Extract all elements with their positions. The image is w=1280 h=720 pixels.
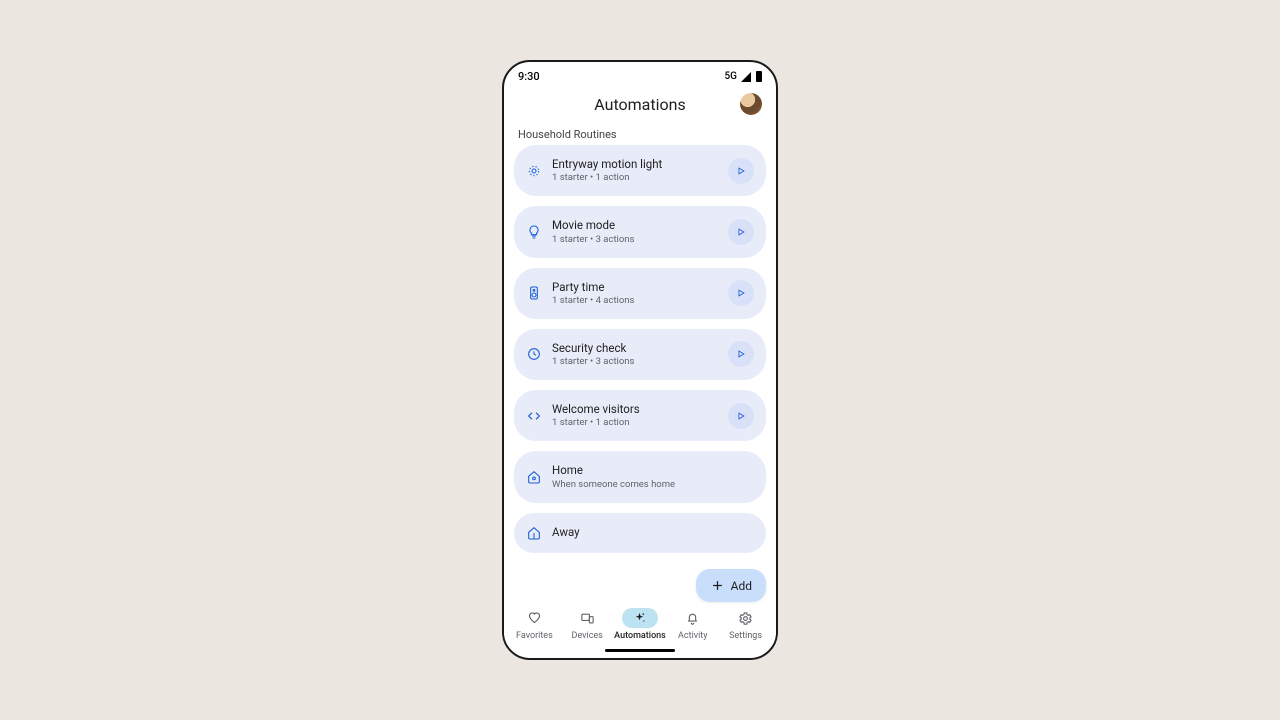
status-right: 5G — [725, 71, 763, 82]
add-button[interactable]: Add — [696, 569, 766, 602]
routine-title: Away — [552, 525, 754, 539]
code-icon — [526, 408, 542, 424]
phone-frame: 9:30 5G Automations Household Routines E… — [502, 60, 778, 660]
routine-text: Home When someone comes home — [552, 463, 754, 490]
routine-card[interactable]: Movie mode 1 starter • 3 actions — [514, 206, 766, 257]
routine-text: Security check1 starter • 3 actions — [552, 341, 728, 368]
home-icon — [526, 469, 542, 485]
gear-icon — [728, 608, 764, 628]
routine-subtitle: 1 starter • 3 actions — [552, 356, 728, 368]
routine-subtitle: 1 starter • 1 action — [552, 417, 728, 429]
routine-text: Entryway motion light1 starter • 1 actio… — [552, 157, 728, 184]
routine-subtitle: When someone comes home — [552, 479, 754, 491]
clock-icon — [526, 346, 542, 362]
nav-activity[interactable]: Activity — [666, 608, 719, 641]
routine-title: Security check — [552, 341, 728, 355]
routine-card[interactable]: Away — [514, 513, 766, 553]
nav-label: Devices — [572, 631, 603, 641]
nav-label: Activity — [678, 631, 707, 641]
away-icon — [526, 525, 542, 541]
nav-favorites[interactable]: Favorites — [508, 608, 561, 641]
routine-text: Welcome visitors1 starter • 1 action — [552, 402, 728, 429]
play-button[interactable] — [728, 341, 754, 367]
bottom-nav: Favorites Devices Automations Activity Setti… — [504, 602, 776, 645]
status-time: 9:30 — [518, 70, 540, 83]
play-button[interactable] — [728, 219, 754, 245]
routines-list: Entryway motion light1 starter • 1 actio… — [504, 145, 776, 602]
status-network: 5G — [725, 71, 738, 82]
routine-title: Home — [552, 463, 754, 477]
add-label: Add — [731, 579, 752, 593]
sparkle-icon — [622, 608, 658, 628]
routine-card[interactable]: Security check1 starter • 3 actions — [514, 329, 766, 380]
heart-icon — [516, 608, 552, 628]
bulb-icon — [526, 224, 542, 240]
app-header: Automations — [504, 85, 776, 122]
routine-title: Welcome visitors — [552, 402, 728, 416]
nav-label: Favorites — [516, 631, 553, 641]
nav-label: Automations — [614, 631, 666, 641]
home-indicator — [605, 649, 675, 652]
nav-automations[interactable]: Automations — [614, 608, 667, 641]
section-label: Household Routines — [504, 122, 776, 145]
routine-text: Party time1 starter • 4 actions — [552, 280, 728, 307]
routine-subtitle: 1 starter • 1 action — [552, 172, 728, 184]
page-title: Automations — [594, 95, 685, 114]
routine-title: Movie mode — [552, 218, 728, 232]
signal-icon — [741, 72, 751, 82]
nav-label: Settings — [729, 631, 762, 641]
routine-card[interactable]: Welcome visitors1 starter • 1 action — [514, 390, 766, 441]
routine-card[interactable]: Party time1 starter • 4 actions — [514, 268, 766, 319]
motion-icon — [526, 163, 542, 179]
routine-subtitle: 1 starter • 4 actions — [552, 295, 728, 307]
status-bar: 9:30 5G — [504, 62, 776, 85]
nav-devices[interactable]: Devices — [561, 608, 614, 641]
play-button[interactable] — [728, 403, 754, 429]
routine-card[interactable]: Home When someone comes home — [514, 451, 766, 502]
speaker-icon — [526, 285, 542, 301]
routine-subtitle: 1 starter • 3 actions — [552, 234, 728, 246]
routine-text: Away — [552, 525, 754, 539]
routine-title: Party time — [552, 280, 728, 294]
profile-avatar[interactable] — [740, 93, 762, 115]
bell-icon — [675, 608, 711, 628]
plus-icon — [710, 578, 725, 593]
battery-icon — [756, 71, 762, 82]
play-button[interactable] — [728, 280, 754, 306]
devices-icon — [569, 608, 605, 628]
routine-card[interactable]: Entryway motion light1 starter • 1 actio… — [514, 145, 766, 196]
play-button[interactable] — [728, 158, 754, 184]
routine-title: Entryway motion light — [552, 157, 728, 171]
nav-settings[interactable]: Settings — [719, 608, 772, 641]
routine-text: Movie mode 1 starter • 3 actions — [552, 218, 728, 245]
